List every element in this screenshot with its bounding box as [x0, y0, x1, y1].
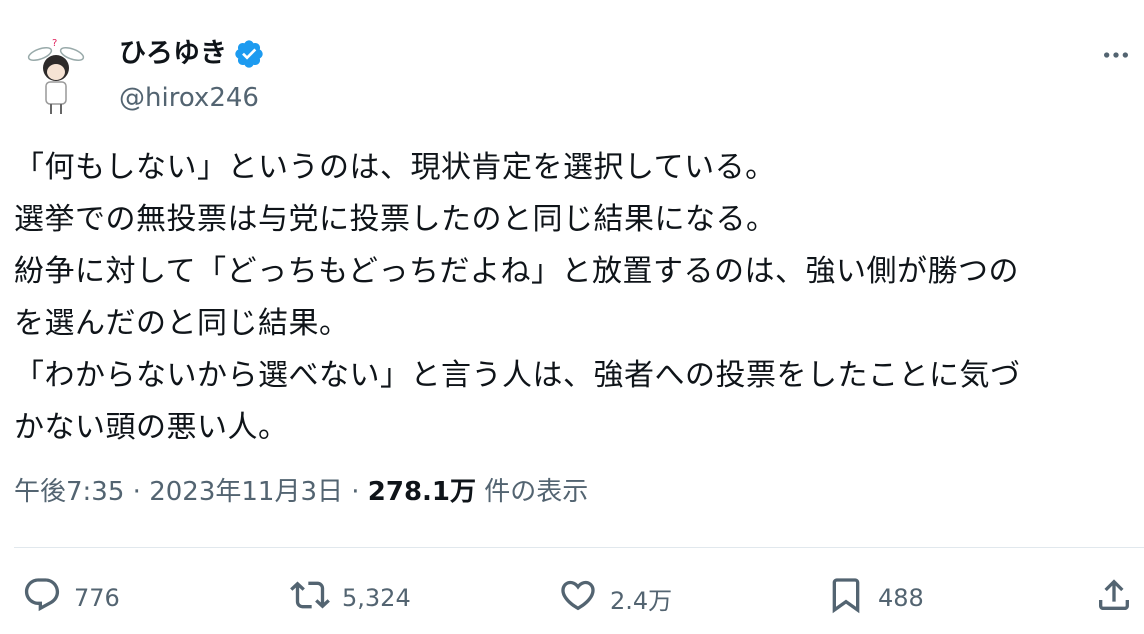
heart-icon	[558, 575, 598, 621]
view-count-label: 件の表示	[476, 477, 589, 507]
share-button[interactable]	[1094, 570, 1134, 626]
meta-separator: ·	[124, 477, 150, 507]
tweet-line: 選挙での無投票は与党に投票したのと同じ結果になる。	[14, 202, 777, 237]
tweet-line: かない頭の悪い人。	[14, 410, 289, 445]
user-handle[interactable]: @hirox246	[119, 78, 259, 118]
reply-button[interactable]: 776	[22, 570, 120, 626]
meta-separator: ·	[342, 477, 368, 507]
divider	[14, 547, 1144, 548]
display-name-text[interactable]: ひろゆき	[119, 34, 227, 74]
retweet-icon	[290, 575, 330, 621]
view-count: 278.1万	[367, 477, 477, 507]
tweet-line: 「何もしない」というのは、現状肯定を選択している。	[14, 150, 776, 185]
svg-text:?: ?	[52, 38, 57, 49]
reply-count: 776	[74, 584, 120, 612]
share-icon	[1094, 575, 1134, 621]
like-count: 2.4万	[610, 586, 673, 615]
reply-icon	[22, 575, 62, 621]
tweet-line: を選んだのと同じ結果。	[14, 306, 350, 341]
tweet-line: 紛争に対して「どっちもどっちだよね」と放置するのは、強い側が勝つの	[14, 254, 1019, 289]
like-button[interactable]: 2.4万	[558, 570, 672, 626]
tweet-line: 「わからないから選べない」と言う人は、強者への投票をしたことに気づ	[14, 358, 1021, 393]
tweet-date[interactable]: 2023年11月3日	[149, 477, 343, 507]
tweet-meta: 午後7:35 · 2023年11月3日 · 278.1万 件の表示	[14, 472, 588, 512]
avatar[interactable]: ?	[16, 32, 96, 118]
display-name[interactable]: ひろゆき	[119, 34, 265, 74]
tweet-text: 「何もしない」というのは、現状肯定を選択している。 選挙での無投票は与党に投票し…	[14, 142, 1142, 454]
tweet-actions: 776 5,324 2.4万 488	[0, 570, 1144, 626]
bookmark-icon	[826, 575, 866, 621]
bookmark-count: 488	[878, 584, 924, 612]
bookmark-button[interactable]: 488	[826, 570, 924, 626]
verified-badge-icon[interactable]	[233, 38, 265, 70]
retweet-button[interactable]: 5,324	[290, 570, 411, 626]
tweet-time[interactable]: 午後7:35	[14, 477, 124, 507]
more-options-icon[interactable]	[1096, 40, 1136, 70]
retweet-count: 5,324	[342, 584, 411, 612]
